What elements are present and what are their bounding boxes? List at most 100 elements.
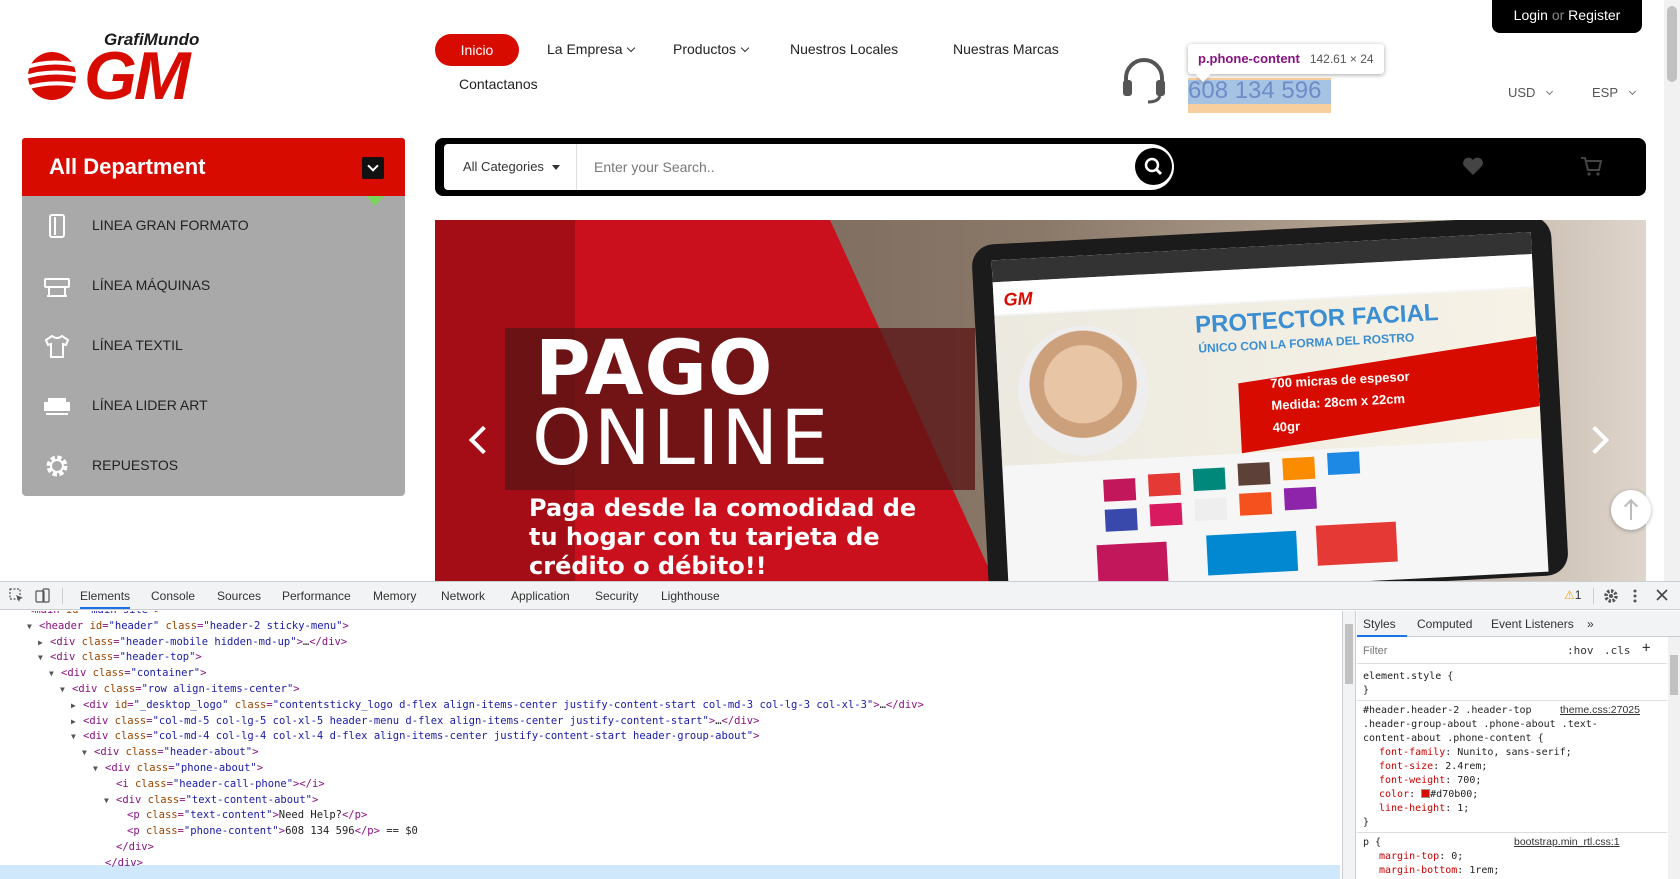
devtools-panel: Elements Console Sources Performance Mem… xyxy=(0,581,1680,879)
dom-node-line[interactable]: ▼ <div class="col-md-4 col-lg-4 col-xl-4 … xyxy=(71,728,759,745)
css-property-name: color xyxy=(1379,789,1410,800)
dom-node-line[interactable]: <p class="text-content">Need Help?</p> xyxy=(127,807,367,824)
elements-scrollbar-thumb[interactable] xyxy=(1345,624,1353,684)
css-property[interactable]: font-family: Nunito, sans-serif; xyxy=(1379,746,1572,760)
css-property[interactable]: margin-top: 0; xyxy=(1379,850,1463,864)
color-swatch[interactable] xyxy=(1421,789,1431,798)
tab-computed[interactable]: Computed xyxy=(1417,617,1472,631)
login-link[interactable]: Login xyxy=(1514,7,1548,23)
rule-selector[interactable]: p { xyxy=(1363,836,1381,850)
elements-tree: <main id="main-site">▼<header id="header… xyxy=(0,611,1342,879)
carousel-next-arrow[interactable] xyxy=(1580,425,1610,455)
department-item-linea-lider-art[interactable]: LÍNEA LIDER ART xyxy=(22,376,405,436)
screen-product-tile xyxy=(1147,472,1182,497)
warning-badge[interactable]: ⚠1 xyxy=(1564,588,1581,602)
category-select[interactable]: All Categories xyxy=(463,159,560,174)
nav-la-empresa[interactable]: La Empresa xyxy=(547,41,636,57)
nav-contactanos[interactable]: Contactanos xyxy=(459,76,538,92)
search-input[interactable] xyxy=(594,152,1034,182)
chevron-down-icon xyxy=(627,43,636,53)
dom-node-line[interactable]: </div> xyxy=(105,855,143,872)
css-property[interactable]: color: #d70b00; xyxy=(1379,788,1478,802)
rule-source-link[interactable]: theme.css:27025 xyxy=(1560,704,1640,716)
css-property-name: font-family xyxy=(1379,747,1446,758)
language-selector[interactable]: ESP xyxy=(1592,85,1637,100)
department-item-linea-maquinas[interactable]: LÍNEA MÁQUINAS xyxy=(22,256,405,316)
scroll-to-top-button[interactable] xyxy=(1611,490,1651,530)
close-icon[interactable] xyxy=(1656,589,1668,601)
tab-application[interactable]: Application xyxy=(511,589,570,603)
department-item-linea-textil[interactable]: LÍNEA TEXTIL xyxy=(22,316,405,376)
tab-security[interactable]: Security xyxy=(595,589,638,603)
logo-gm-text: GM xyxy=(84,38,191,114)
website-viewport: GrafiMundo GM Inicio La Empresa Producto… xyxy=(0,0,1680,581)
settings-gear-icon[interactable] xyxy=(1603,588,1619,604)
dom-node-line[interactable]: ▼ <div class="text-content-about"> xyxy=(104,792,318,809)
grafimundo-logo[interactable]: GrafiMundo GM xyxy=(22,30,212,112)
styles-scrollbar-thumb[interactable] xyxy=(1670,655,1678,695)
department-item-repuestos[interactable]: REPUESTOS xyxy=(22,436,405,496)
css-property[interactable]: margin-bottom: 1rem; xyxy=(1379,864,1499,878)
dom-node-line[interactable]: ▼ <div class="container"> xyxy=(49,665,206,682)
nav-inicio[interactable]: Inicio xyxy=(435,34,519,66)
element-style-rule[interactable]: element.style { xyxy=(1363,670,1453,684)
register-link[interactable]: Register xyxy=(1568,7,1620,23)
banner-description: Paga desde la comodidad de tu hogar con … xyxy=(529,494,917,580)
dom-node-line[interactable]: ▶ <div id="_desktop_logo" class="contents… xyxy=(71,697,924,714)
tab-separator xyxy=(1593,588,1594,604)
page-scrollbar[interactable] xyxy=(1664,0,1680,581)
dom-node-line[interactable]: ▶ <div class="col-md-5 col-lg-5 col-xl-5 … xyxy=(71,713,759,730)
all-department-header[interactable]: All Department xyxy=(22,138,405,196)
department-item-linea-gran-formato[interactable]: LINEA GRAN FORMATO xyxy=(22,196,405,256)
device-toggle-icon[interactable] xyxy=(35,588,50,603)
css-property[interactable]: font-size: 2.4rem; xyxy=(1379,760,1487,774)
dom-node-line[interactable]: </div> xyxy=(116,839,154,856)
screen-feature: 40gr xyxy=(1272,418,1301,435)
add-rule-icon[interactable]: + xyxy=(1642,640,1650,656)
dom-node-line[interactable]: ▶ <div class="header-mobile hidden-md-up"… xyxy=(38,634,347,651)
dom-node-line[interactable]: ▼ <div class="header-top"> xyxy=(38,649,202,666)
hov-toggle[interactable]: :hov xyxy=(1567,644,1594,657)
cls-toggle[interactable]: .cls xyxy=(1604,644,1631,657)
headset-icon xyxy=(1123,58,1165,104)
tab-sources[interactable]: Sources xyxy=(217,589,261,603)
heart-icon[interactable] xyxy=(1462,156,1484,176)
nav-nuestros-locales[interactable]: Nuestros Locales xyxy=(790,41,898,57)
tab-event-listeners[interactable]: Event Listeners xyxy=(1491,617,1574,631)
dom-node-line[interactable]: ▼ <div class="phone-about"> xyxy=(93,760,263,777)
dom-node-line[interactable]: <i class="header-call-phone"></i> xyxy=(116,776,325,793)
currency-selector[interactable]: USD xyxy=(1508,85,1554,100)
dom-node-line[interactable]: ▼ <header id="header" class="header-2 sti… xyxy=(27,618,349,635)
nav-nuestras-marcas[interactable]: Nuestras Marcas xyxy=(953,41,1059,57)
styles-filter-input[interactable] xyxy=(1363,642,1563,660)
inspect-element-icon[interactable] xyxy=(9,588,24,603)
rule-selector[interactable]: #header.header-2 .header-top xyxy=(1363,704,1532,718)
dom-node-line[interactable]: <p class="phone-content">608 134 596</p>… xyxy=(127,823,418,840)
nav-productos[interactable]: Productos xyxy=(673,41,750,57)
tab-lighthouse[interactable]: Lighthouse xyxy=(661,589,720,603)
screen-product-tile xyxy=(1103,478,1137,502)
department-item-label: LÍNEA MÁQUINAS xyxy=(92,277,211,293)
department-toggle-button[interactable] xyxy=(362,157,384,179)
banner-headline-online: ONLINE xyxy=(532,393,831,482)
search-divider xyxy=(576,144,577,190)
tab-styles[interactable]: Styles xyxy=(1363,617,1396,631)
css-property[interactable]: font-weight: 700; xyxy=(1379,774,1481,788)
tab-memory[interactable]: Memory xyxy=(373,589,416,603)
more-options-icon[interactable] xyxy=(1632,588,1638,604)
screen-category-tile xyxy=(1206,530,1299,576)
tab-performance[interactable]: Performance xyxy=(282,589,351,603)
cart-icon[interactable] xyxy=(1580,156,1602,176)
rule-source-link[interactable]: bootstrap.min_rtl.css:1 xyxy=(1514,836,1620,848)
tab-console[interactable]: Console xyxy=(151,589,195,603)
search-button[interactable] xyxy=(1135,148,1172,185)
rule-selector[interactable]: .header-group-about .phone-about .text- xyxy=(1363,718,1598,732)
tab-elements[interactable]: Elements xyxy=(80,589,130,603)
more-tabs-icon[interactable]: » xyxy=(1587,617,1594,631)
dom-node-line[interactable]: ▼ <div class="row align-items-center"> xyxy=(60,681,300,698)
tab-network[interactable]: Network xyxy=(441,589,485,603)
page-scrollbar-thumb[interactable] xyxy=(1667,6,1677,82)
rule-selector[interactable]: content-about .phone-content { xyxy=(1363,732,1544,746)
dom-node-line[interactable]: ▼ <div class="header-about"> xyxy=(82,744,258,761)
css-property[interactable]: line-height: 1; xyxy=(1379,802,1469,816)
